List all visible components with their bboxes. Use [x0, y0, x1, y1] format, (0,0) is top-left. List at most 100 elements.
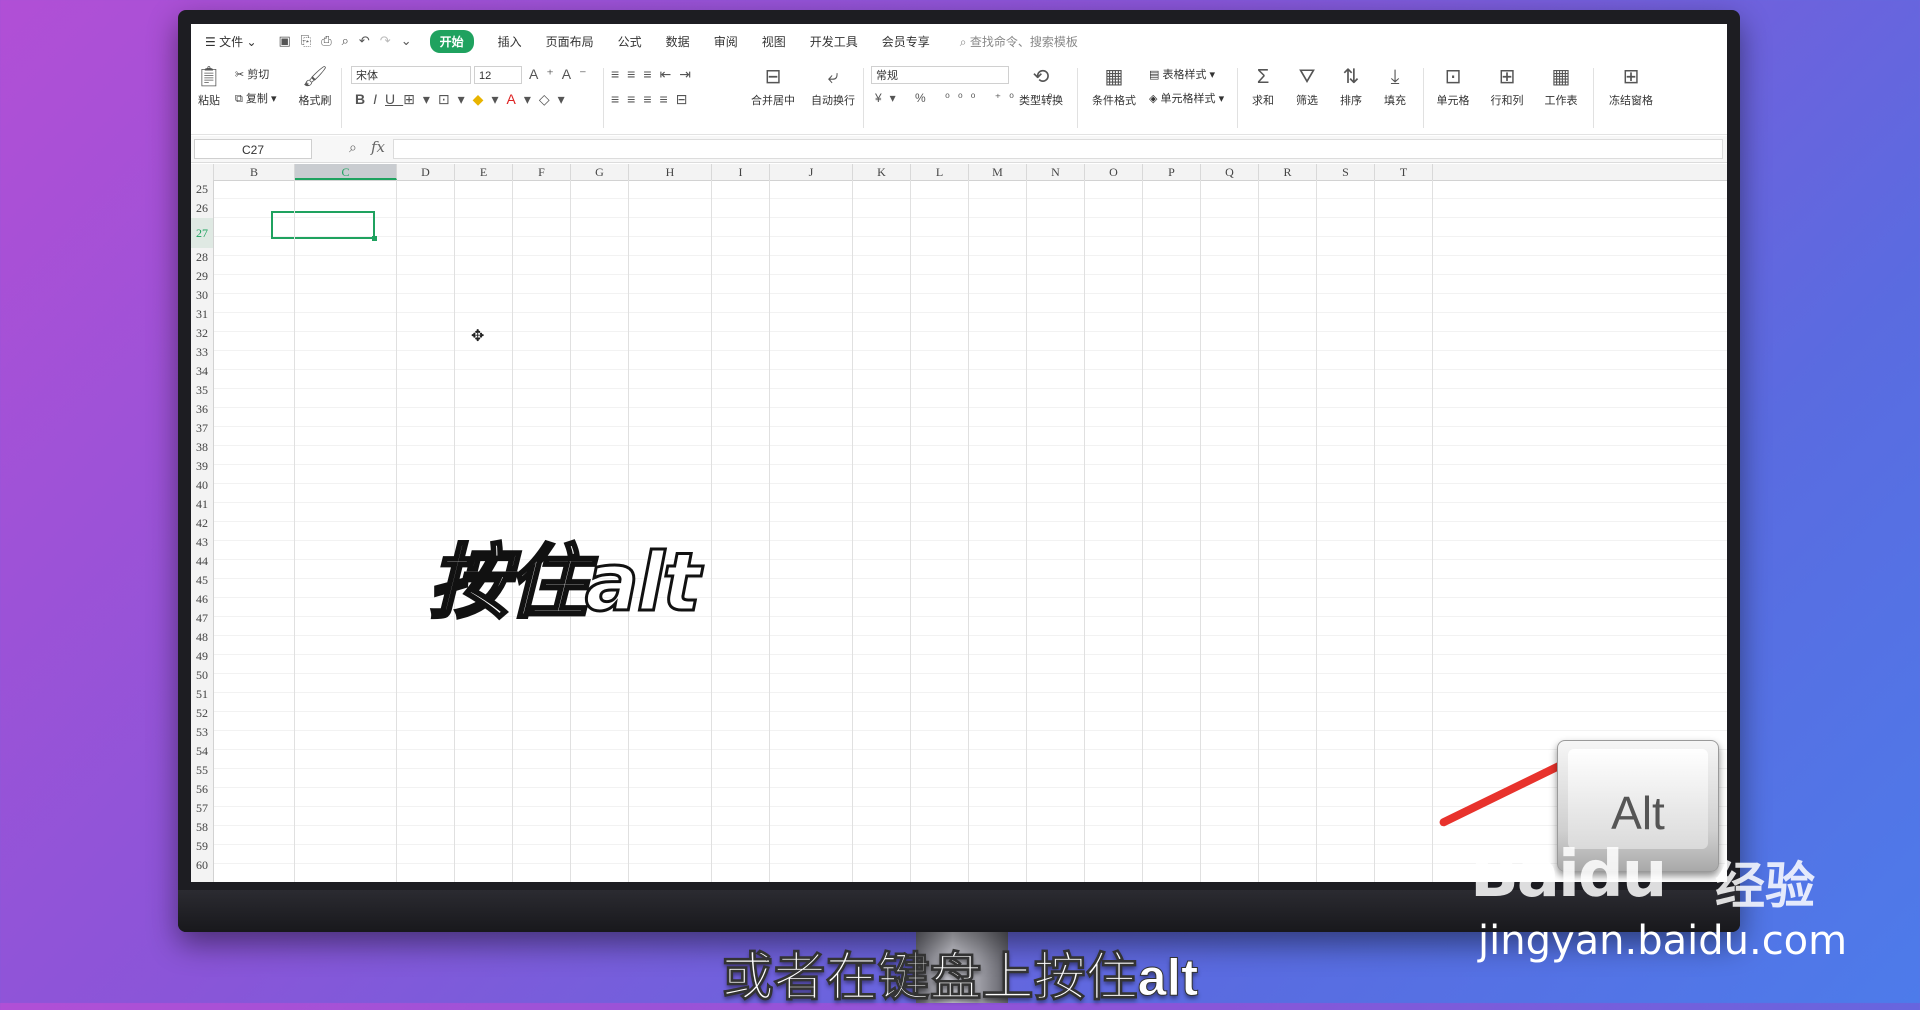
row-header-26[interactable]: 26	[191, 199, 213, 218]
column-header-H[interactable]: H	[629, 164, 712, 180]
row-header-60[interactable]: 60	[191, 856, 213, 875]
row-header-29[interactable]: 29	[191, 267, 213, 286]
print-icon[interactable]: ⎙	[321, 33, 331, 49]
sort-button[interactable]: ⇅ 排序	[1331, 64, 1371, 108]
worksheet-grid[interactable]: BCDEFGHIJKLMNOPQRST 25 26 27 28 29 30 31 32 33 34…	[191, 164, 1727, 882]
tab-view[interactable]: 视图	[762, 33, 786, 50]
column-header-J[interactable]: J	[770, 164, 853, 180]
sum-button[interactable]: Σ 求和	[1243, 64, 1283, 108]
column-header-Q[interactable]: Q	[1201, 164, 1259, 180]
row-header-59[interactable]: 59	[191, 837, 213, 856]
row-header-42[interactable]: 42	[191, 514, 213, 533]
format-painter-button[interactable]: 🖌︎ 格式刷	[295, 64, 335, 108]
conditional-format-button[interactable]: ▦ 条件格式	[1085, 64, 1143, 108]
tab-page-layout[interactable]: 页面布局	[546, 33, 594, 50]
select-all-corner[interactable]	[191, 164, 214, 180]
column-header-L[interactable]: L	[911, 164, 969, 180]
row-header-50[interactable]: 50	[191, 666, 213, 685]
column-header-D[interactable]: D	[397, 164, 455, 180]
row-header-34[interactable]: 34	[191, 362, 213, 381]
command-search[interactable]: ⌕ 查找命令、搜索模板	[960, 33, 1078, 50]
row-header-55[interactable]: 55	[191, 761, 213, 780]
fill-button[interactable]: ⤓ 填充	[1375, 64, 1415, 108]
column-header-F[interactable]: F	[513, 164, 571, 180]
row-header-35[interactable]: 35	[191, 381, 213, 400]
worksheet-button[interactable]: ▦ 工作表	[1537, 64, 1585, 108]
row-header-38[interactable]: 38	[191, 438, 213, 457]
copy-button[interactable]: ⧉ 复制 ▾	[235, 90, 277, 106]
column-header-B[interactable]: B	[214, 164, 295, 180]
column-header-M[interactable]: M	[969, 164, 1027, 180]
font-grow-shrink[interactable]: A⁺A⁻	[529, 66, 594, 83]
redo-icon[interactable]: ↷	[380, 33, 391, 49]
cell-button[interactable]: ⊡ 单元格	[1429, 64, 1477, 108]
row-col-button[interactable]: ⊞ 行和列	[1483, 64, 1531, 108]
column-header-S[interactable]: S	[1317, 164, 1375, 180]
column-header-K[interactable]: K	[853, 164, 911, 180]
row-header-36[interactable]: 36	[191, 400, 213, 419]
vertical-align-buttons[interactable]: ≡≡≡⇤⇥	[611, 66, 699, 83]
column-header-I[interactable]: I	[712, 164, 770, 180]
tab-home[interactable]: 开始	[429, 29, 474, 53]
tab-insert[interactable]: 插入	[498, 33, 522, 50]
row-header-27[interactable]: 27	[191, 218, 213, 248]
column-header-C[interactable]: C	[295, 164, 397, 180]
table-style-button[interactable]: ▤ 表格样式 ▾	[1149, 66, 1215, 82]
row-header-33[interactable]: 33	[191, 343, 213, 362]
font-style-buttons[interactable]: BIU⊞▾⊡▾◆▾A▾◇▾	[355, 91, 573, 108]
row-header-53[interactable]: 53	[191, 723, 213, 742]
row-header-37[interactable]: 37	[191, 419, 213, 438]
column-header-T[interactable]: T	[1375, 164, 1433, 180]
row-header-52[interactable]: 52	[191, 704, 213, 723]
column-header-N[interactable]: N	[1027, 164, 1085, 180]
customize-icon[interactable]: ⌄	[401, 33, 412, 49]
tab-review[interactable]: 审阅	[714, 33, 738, 50]
row-header-56[interactable]: 56	[191, 780, 213, 799]
preview-icon[interactable]: ⌕	[342, 33, 349, 49]
row-header-47[interactable]: 47	[191, 609, 213, 628]
cell-style-button[interactable]: ◈ 单元格样式 ▾	[1149, 90, 1224, 106]
column-header-E[interactable]: E	[455, 164, 513, 180]
row-header-51[interactable]: 51	[191, 685, 213, 704]
tab-member[interactable]: 会员专享	[882, 33, 930, 50]
column-header-O[interactable]: O	[1085, 164, 1143, 180]
filter-button[interactable]: ⛛ 筛选	[1287, 64, 1327, 108]
fx-icon[interactable]: fx	[371, 138, 385, 156]
formula-input[interactable]	[393, 139, 1723, 159]
row-header-32[interactable]: 32	[191, 324, 213, 343]
row-header-45[interactable]: 45	[191, 571, 213, 590]
tab-formula[interactable]: 公式	[618, 33, 642, 50]
column-header-G[interactable]: G	[571, 164, 629, 180]
row-header-57[interactable]: 57	[191, 799, 213, 818]
row-header-48[interactable]: 48	[191, 628, 213, 647]
freeze-panes-button[interactable]: ⊞ 冻结窗格	[1601, 64, 1661, 108]
paste-button[interactable]: 📋︎ 粘贴	[195, 64, 223, 108]
row-header-39[interactable]: 39	[191, 457, 213, 476]
zoom-search-icon[interactable]: ⌕	[349, 139, 357, 156]
cut-button[interactable]: ✂ 剪切	[235, 66, 269, 82]
row-header-49[interactable]: 49	[191, 647, 213, 666]
row-header-58[interactable]: 58	[191, 818, 213, 837]
file-menu[interactable]: ☰ 文件 ⌄	[205, 33, 257, 50]
name-box[interactable]: C27	[194, 139, 312, 159]
save-icon[interactable]: ▣	[279, 33, 291, 49]
row-header-40[interactable]: 40	[191, 476, 213, 495]
row-header-41[interactable]: 41	[191, 495, 213, 514]
merge-center-button[interactable]: ⊟ 合并居中	[743, 64, 803, 108]
column-header-P[interactable]: P	[1143, 164, 1201, 180]
font-size-select[interactable]: 12	[474, 66, 522, 84]
row-header-30[interactable]: 30	[191, 286, 213, 305]
wrap-text-button[interactable]: ⤶ 自动换行	[807, 64, 859, 108]
row-header-31[interactable]: 31	[191, 305, 213, 324]
row-header-25[interactable]: 25	[191, 180, 213, 199]
selected-cell[interactable]	[271, 211, 377, 241]
export-icon[interactable]: ⎘	[301, 33, 311, 49]
row-header-28[interactable]: 28	[191, 248, 213, 267]
font-name-select[interactable]: 宋体	[351, 66, 471, 84]
number-format-select[interactable]: 常规	[871, 66, 1009, 84]
row-header-43[interactable]: 43	[191, 533, 213, 552]
row-header-54[interactable]: 54	[191, 742, 213, 761]
tab-developer[interactable]: 开发工具	[810, 33, 858, 50]
row-header-46[interactable]: 46	[191, 590, 213, 609]
undo-icon[interactable]: ↶	[359, 33, 370, 49]
